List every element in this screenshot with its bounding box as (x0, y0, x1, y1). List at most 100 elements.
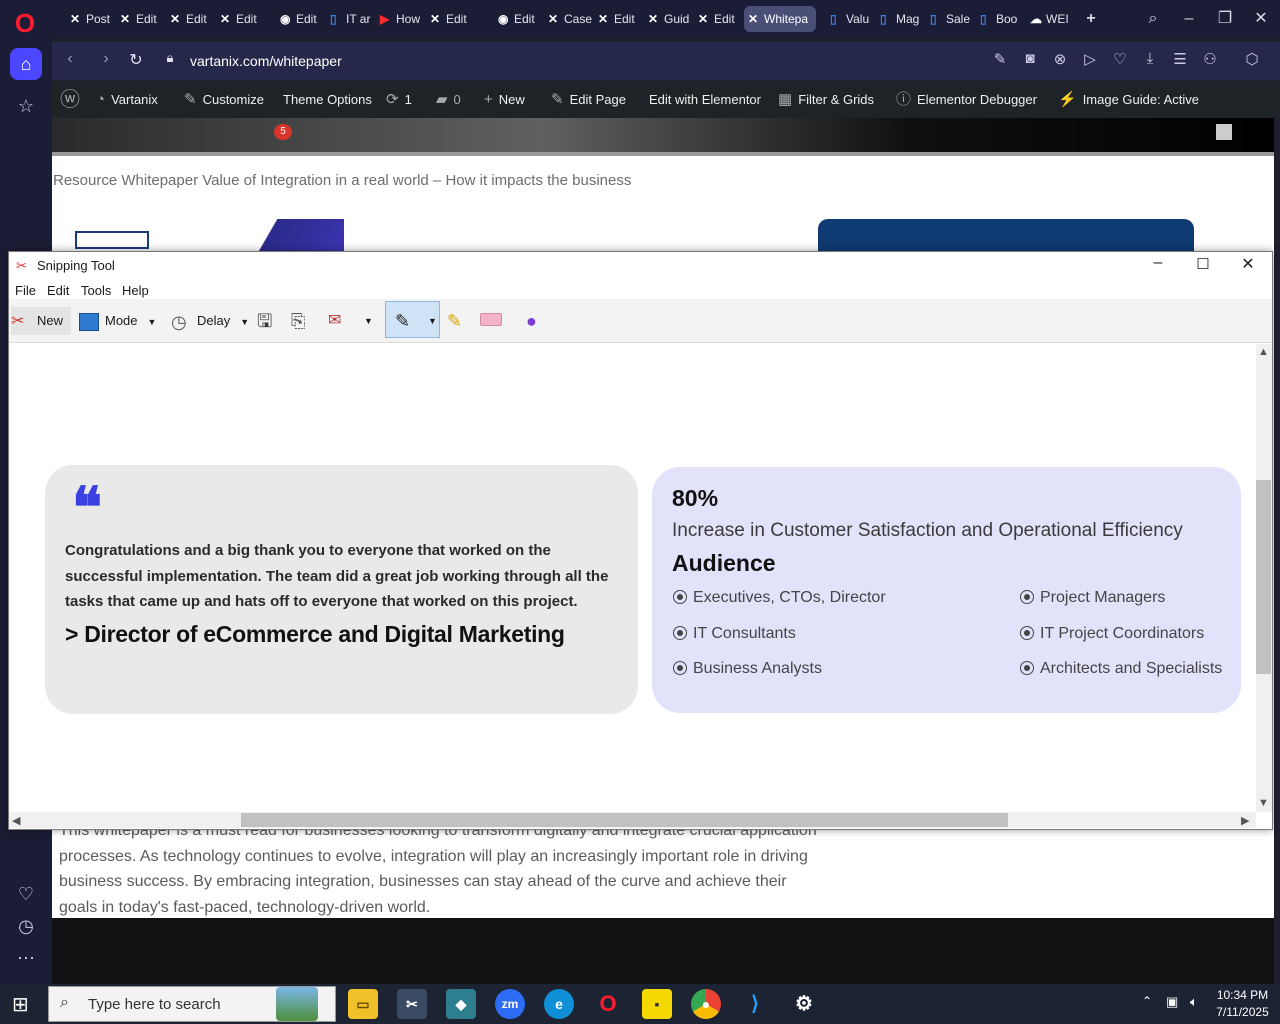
wp-logo-icon[interactable]: ⓦ (60, 82, 86, 118)
heart-icon[interactable]: ♡ (1108, 50, 1132, 68)
home-icon[interactable]: ⌂ (10, 48, 42, 80)
profile-icon[interactable]: ⚇ (1198, 50, 1222, 68)
eraser-icon[interactable] (480, 313, 502, 326)
menu-icon[interactable]: ☰ (1168, 50, 1192, 68)
forward-icon[interactable]: › (94, 50, 118, 68)
play-icon[interactable]: ▷ (1078, 50, 1102, 68)
vertical-scroll-thumb[interactable] (1256, 480, 1271, 674)
menu-tools[interactable]: Tools (81, 283, 111, 298)
wp-comments-link[interactable]: ▰ 0 (436, 82, 461, 118)
search-icon[interactable]: ⌕ (1138, 6, 1168, 32)
tab[interactable]: ✕ Edit (166, 6, 214, 32)
tab-active[interactable]: ✕ Whitepa (744, 6, 816, 32)
copy-icon[interactable]: ⎘ (291, 307, 305, 335)
tab[interactable]: ▯ Valu (826, 6, 874, 32)
opera-icon[interactable]: O (593, 989, 623, 1019)
mode-button[interactable]: Mode ▼ (79, 307, 156, 335)
scroll-up-icon[interactable]: ▲ (1258, 346, 1269, 358)
extensions-icon[interactable]: ⬡ (1240, 50, 1264, 68)
wp-customize-link[interactable]: ✎ Customize (184, 82, 264, 118)
tab[interactable]: ✕ Edit (116, 6, 164, 32)
sticky-notes-icon[interactable]: ▪ (642, 989, 672, 1019)
taskbar-clock[interactable]: 10:34 PM 7/11/2025 (1205, 987, 1280, 1021)
vscode-icon[interactable]: ⟩ (740, 989, 770, 1019)
new-tab-button[interactable]: + (1076, 6, 1106, 32)
opera-logo-icon[interactable]: O (10, 8, 40, 38)
tab[interactable]: ▯ Boo (976, 6, 1024, 32)
edit-icon[interactable]: ✎ (988, 50, 1012, 68)
tab[interactable]: ▯ IT ar (326, 6, 374, 32)
save-icon[interactable]: 🖫︎ (257, 307, 272, 335)
tab[interactable]: ✕ Post (66, 6, 114, 32)
dashboard-icon: ◔ (96, 91, 106, 108)
wp-edit-page-link[interactable]: ✎ Edit Page (551, 82, 626, 118)
minimize-button[interactable]: – (1148, 254, 1168, 272)
delay-button[interactable]: ◷ Delay ▼ (171, 307, 249, 335)
wp-site-link[interactable]: ◔ Vartanix (96, 82, 158, 118)
tab[interactable]: ✕ Case (544, 6, 592, 32)
wp-debugger-link[interactable]: ⓘ Elementor Debugger (896, 82, 1037, 118)
snipping-tool-icon[interactable]: ✂ (397, 989, 427, 1019)
tab[interactable]: ✕ Edit (216, 6, 264, 32)
tray-chevron-icon[interactable]: ⌃ (1142, 994, 1152, 1008)
scroll-left-icon[interactable]: ◀ (12, 814, 20, 827)
scroll-right-icon[interactable]: ▶ (1241, 814, 1249, 827)
star-icon[interactable]: ☆ (10, 90, 42, 122)
download-icon[interactable]: ⤓ (1138, 50, 1162, 67)
stat-description: Increase in Customer Satisfaction and Op… (672, 520, 1183, 541)
paint3d-icon[interactable]: ● (526, 307, 537, 335)
scroll-down-icon[interactable]: ▼ (1258, 797, 1269, 809)
wp-updates-link[interactable]: ⟳ 1 (386, 82, 412, 118)
testimonial-author: > Director of eCommerce and Digital Mark… (65, 621, 565, 647)
menu-edit[interactable]: Edit (47, 283, 69, 298)
chevron-down-icon[interactable]: ▼ (428, 307, 437, 335)
tab[interactable]: ▯ Mag (876, 6, 924, 32)
tab[interactable]: ✕ Edit (594, 6, 642, 32)
tab[interactable]: ▶ How (376, 6, 424, 32)
tab[interactable]: ◉ Edit (494, 6, 542, 32)
menu-help[interactable]: Help (122, 283, 149, 298)
highlighter-icon[interactable]: ✎ (447, 307, 462, 335)
wp-elementor-link[interactable]: Edit with Elementor (649, 82, 761, 118)
network-icon[interactable]: ▣ (1166, 994, 1178, 1010)
minimize-button[interactable]: – (1174, 6, 1204, 32)
tab[interactable]: ◉ Edit (276, 6, 324, 32)
more-icon[interactable]: ⋯ (10, 942, 42, 974)
mode-icon (79, 312, 99, 331)
maximize-button[interactable]: ☐ (1193, 255, 1213, 273)
new-button[interactable]: ✂ New (11, 307, 71, 335)
settings-gear-icon[interactable]: ⚙ (789, 989, 819, 1019)
menu-file[interactable]: File (15, 283, 36, 298)
history-icon[interactable]: ◷ (10, 910, 42, 942)
zoom-icon[interactable]: zm (495, 989, 525, 1019)
chevron-down-icon[interactable]: ▼ (364, 307, 373, 335)
wp-new-link[interactable]: + New (484, 82, 525, 118)
camera-icon[interactable]: ◙ (1018, 50, 1042, 67)
tab[interactable]: ☁ WEI (1026, 6, 1074, 32)
windows-start-icon[interactable]: ⊞ (12, 992, 29, 1017)
wp-image-guide-link[interactable]: ⚡ Image Guide: Active (1058, 82, 1199, 118)
send-icon[interactable]: ✉ (328, 307, 341, 335)
close-button[interactable]: ✕ (1246, 6, 1276, 32)
close-button[interactable]: ✕ (1238, 254, 1258, 274)
horizontal-scroll-thumb[interactable] (241, 813, 1008, 827)
edge-icon[interactable]: e (544, 989, 574, 1019)
tab[interactable]: ✕ Edit (694, 6, 742, 32)
chrome-icon[interactable]: ● (691, 989, 721, 1019)
tab[interactable]: ✕ Edit (426, 6, 474, 32)
restore-button[interactable]: ❐ (1210, 6, 1240, 32)
url-field[interactable]: vartanix.com/whitepaper (190, 53, 342, 69)
file-explorer-icon[interactable]: ▭ (348, 989, 378, 1019)
wp-filter-grids-link[interactable]: ▦ Filter & Grids (778, 82, 874, 118)
tab[interactable]: ✕ Guid (644, 6, 692, 32)
heart-icon[interactable]: ♡ (10, 878, 42, 910)
x-icon: ✕ (698, 12, 709, 26)
reload-icon[interactable]: ↻ (124, 50, 148, 70)
adblock-icon[interactable]: ⊗ (1048, 50, 1072, 68)
app-icon[interactable]: ◆ (446, 989, 476, 1019)
volume-icon[interactable]: 🔈︎ (1190, 994, 1198, 1010)
wp-theme-options-link[interactable]: Theme Options (283, 82, 372, 118)
avatar[interactable] (1216, 124, 1232, 140)
back-icon[interactable]: ‹ (58, 50, 82, 68)
tab[interactable]: ▯ Sale (926, 6, 974, 32)
